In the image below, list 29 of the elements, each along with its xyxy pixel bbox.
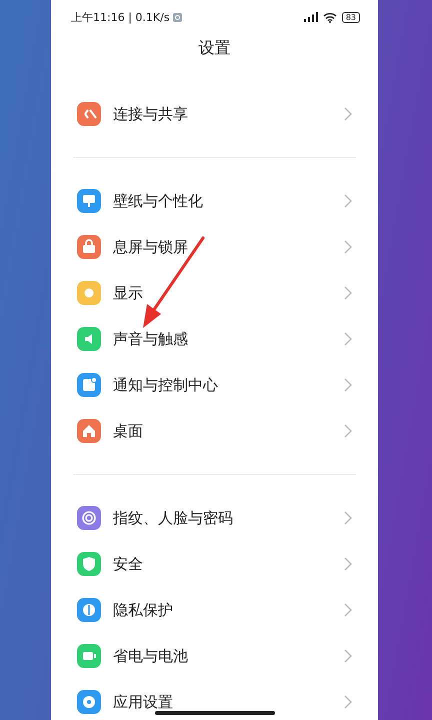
settings-item[interactable]: 隐私保护 bbox=[51, 587, 378, 633]
chevron-icon bbox=[344, 557, 352, 571]
settings-item[interactable]: 指纹、人脸与密码 bbox=[51, 495, 378, 541]
chevron-icon bbox=[344, 695, 352, 709]
settings-item[interactable]: 声音与触感 bbox=[51, 316, 378, 362]
battery-level: 83 bbox=[342, 12, 360, 22]
page-title: 设置 bbox=[198, 37, 232, 59]
settings-item[interactable]: 息屏与锁屏 bbox=[51, 224, 378, 270]
chevron-icon bbox=[344, 240, 352, 254]
chevron-icon bbox=[344, 194, 352, 208]
settings-item[interactable]: 安全 bbox=[51, 541, 378, 587]
status-time: 上午11:16 | 0.1K/s bbox=[71, 10, 170, 24]
chevron-icon bbox=[344, 649, 352, 663]
chevron-icon bbox=[344, 511, 352, 525]
settings-item[interactable]: 壁纸与个性化 bbox=[51, 178, 378, 224]
settings-item[interactable]: 桌面 bbox=[51, 408, 378, 454]
settings-item[interactable]: 省电与电池 bbox=[51, 633, 378, 679]
chevron-icon bbox=[344, 378, 352, 392]
chevron-icon bbox=[344, 424, 352, 438]
signal-icon bbox=[304, 12, 318, 22]
chevron-icon bbox=[344, 286, 352, 300]
settings-item[interactable]: 连接与共享 bbox=[51, 91, 378, 137]
wifi-icon bbox=[322, 12, 337, 22]
chevron-icon bbox=[344, 332, 352, 346]
settings-item[interactable]: 显示 bbox=[51, 270, 378, 316]
notification-icon bbox=[172, 12, 182, 22]
chevron-icon bbox=[344, 603, 352, 617]
settings-item[interactable]: 通知与控制中心 bbox=[51, 362, 378, 408]
chevron-icon bbox=[344, 107, 352, 121]
